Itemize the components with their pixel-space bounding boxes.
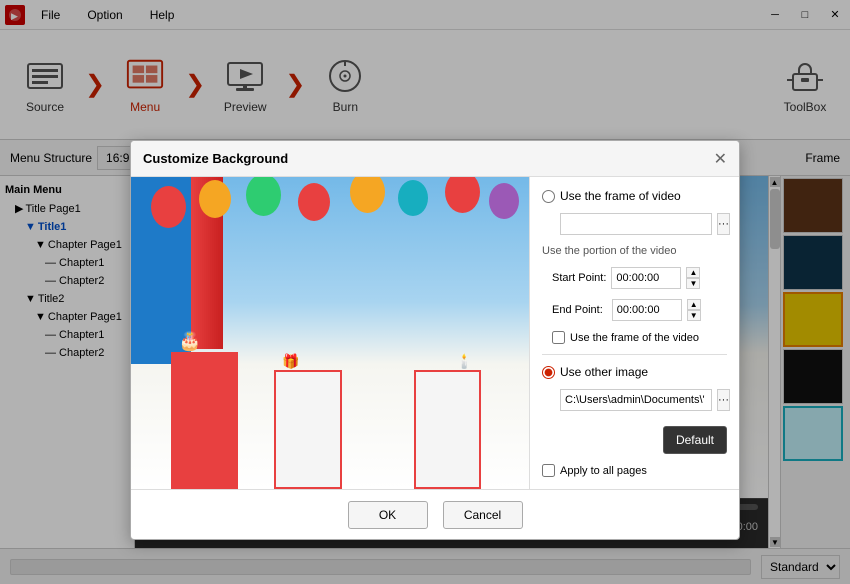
use-frame-radio[interactable] <box>542 190 555 203</box>
dialog-footer: OK Cancel <box>131 489 739 539</box>
apply-all-label: Apply to all pages <box>560 465 647 477</box>
dialog-close-button[interactable]: ✕ <box>714 149 727 169</box>
use-frame-checkbox[interactable] <box>552 331 565 344</box>
apply-all-checkbox[interactable] <box>542 464 555 477</box>
image-path-input[interactable] <box>560 389 712 411</box>
end-point-up[interactable]: ▲ <box>687 299 701 310</box>
use-frame-radio-row: Use the frame of video <box>542 189 727 203</box>
use-frame-checkbox-row: Use the frame of the video <box>552 331 727 344</box>
use-frame-label: Use the frame of video <box>560 189 681 203</box>
use-frame-checkbox-label: Use the frame of the video <box>570 332 699 344</box>
cancel-button[interactable]: Cancel <box>443 501 523 529</box>
dialog-video-preview: 🎂 🎁 🕯️ <box>131 177 529 489</box>
end-point-label: End Point: <box>552 304 603 316</box>
start-point-up[interactable]: ▲ <box>686 267 700 278</box>
dialog-options: Use the frame of video ··· Use the porti… <box>529 177 739 489</box>
dialog-title: Customize Background <box>143 151 714 166</box>
start-point-down[interactable]: ▼ <box>686 278 700 289</box>
image-path-row: ··· <box>560 389 727 411</box>
start-point-label: Start Point: <box>552 272 606 284</box>
apply-all-row: Apply to all pages <box>542 464 727 477</box>
dialog-overlay: Customize Background ✕ <box>0 0 850 584</box>
customize-background-dialog: Customize Background ✕ <box>130 140 740 540</box>
use-image-radio-row: Use other image <box>542 365 727 379</box>
end-point-input[interactable] <box>612 299 682 321</box>
end-point-down[interactable]: ▼ <box>687 310 701 321</box>
video-browse-button[interactable]: ··· <box>717 213 730 235</box>
video-path-input[interactable] <box>560 213 712 235</box>
end-point-row: End Point: ▲ ▼ <box>552 299 727 321</box>
use-image-label: Use other image <box>560 365 648 379</box>
dialog-header: Customize Background ✕ <box>131 141 739 177</box>
separator <box>542 354 727 355</box>
use-image-radio[interactable] <box>542 366 555 379</box>
ok-button[interactable]: OK <box>348 501 428 529</box>
start-point-input[interactable] <box>611 267 681 289</box>
default-button[interactable]: Default <box>663 426 727 454</box>
start-point-row: Start Point: ▲ ▼ <box>552 267 727 289</box>
video-path-row: ··· <box>560 213 727 235</box>
image-browse-button[interactable]: ··· <box>717 389 730 411</box>
dialog-body: 🎂 🎁 🕯️ Use the frame of video ··· Use th… <box>131 177 739 489</box>
video-portion-label: Use the portion of the video <box>542 245 727 257</box>
